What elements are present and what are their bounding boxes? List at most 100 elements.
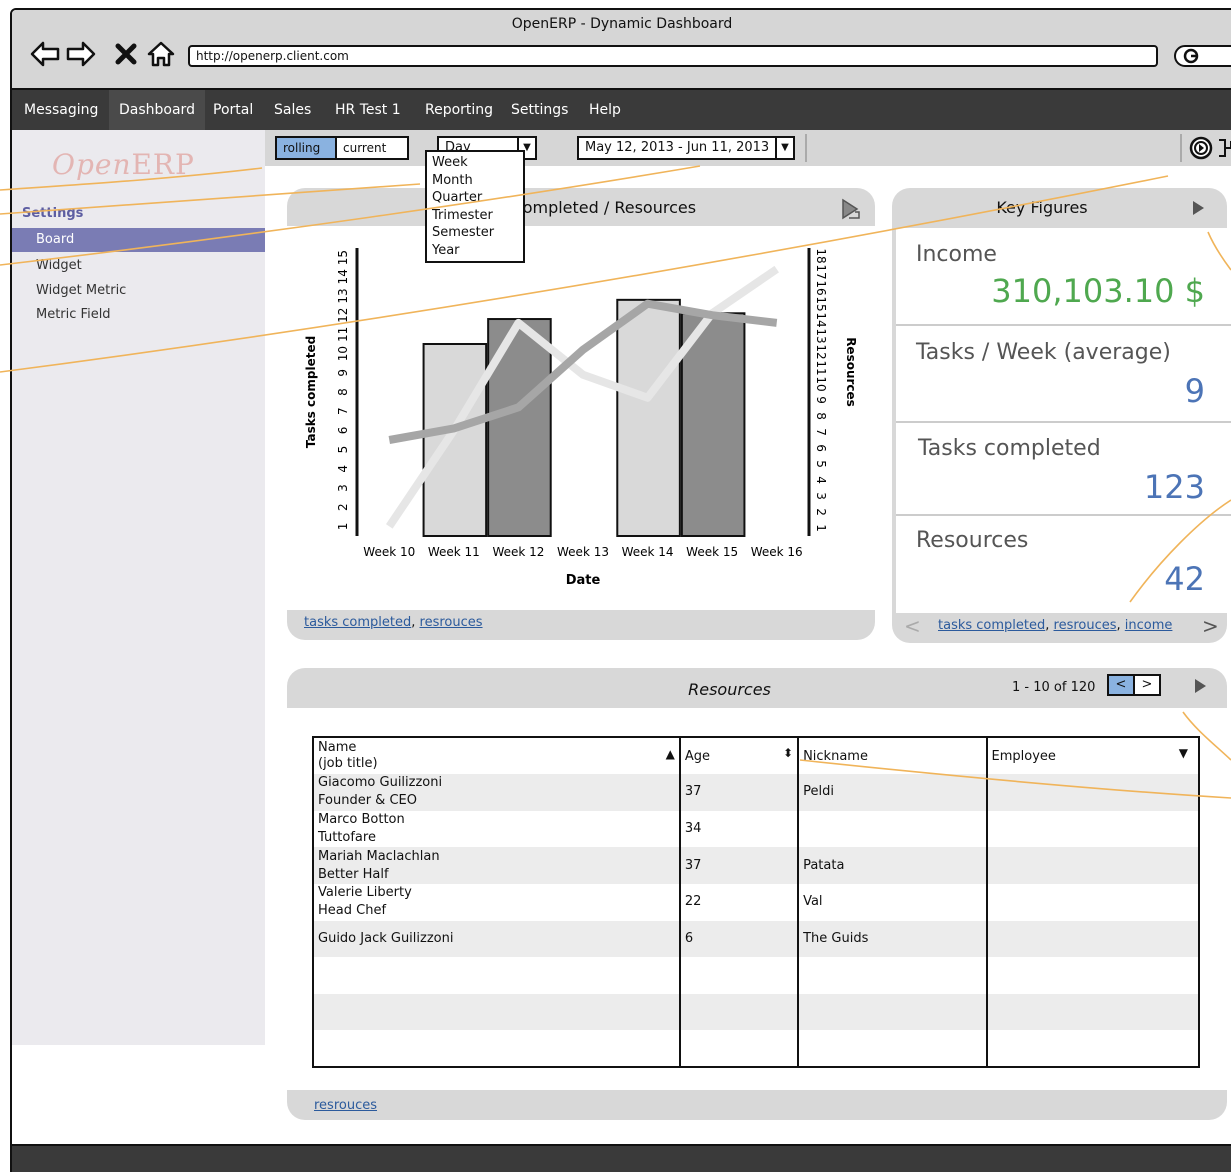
browser-search-field[interactable] xyxy=(1174,45,1231,67)
person-name: Valerie Liberty xyxy=(318,885,412,901)
menu-portal[interactable]: Portal xyxy=(203,90,263,130)
table-row[interactable]: Giacomo Guilizzoni Founder & CEO 37 Peldi xyxy=(313,774,1199,811)
forward-icon[interactable] xyxy=(66,40,96,68)
table-row[interactable] xyxy=(313,993,1199,1031)
column-header-employee[interactable]: Employee ▼ xyxy=(987,737,1200,774)
expand-icon[interactable] xyxy=(1193,201,1204,215)
status-bar xyxy=(12,1144,1231,1172)
name-cell xyxy=(313,993,681,1031)
sidebar-item-widget[interactable]: Widget xyxy=(12,254,265,278)
menu-help[interactable]: Help xyxy=(579,90,631,130)
key-figures-title: Key Figures xyxy=(996,198,1088,217)
x-tick-label: Week 10 xyxy=(363,545,415,559)
menu-messaging[interactable]: Messaging xyxy=(14,90,108,130)
main-menu: Messaging Dashboard Portal Sales HR Test… xyxy=(12,90,1231,130)
chevron-right-icon[interactable]: > xyxy=(1202,614,1219,638)
y2-tick-label: 4 xyxy=(814,476,828,484)
period-option-week[interactable]: Week xyxy=(432,154,518,172)
column-header-nickname[interactable]: Nickname xyxy=(798,737,988,774)
network-icon[interactable] xyxy=(1217,138,1231,158)
person-name: Marco Botton xyxy=(318,811,405,827)
menu-hr-test-1[interactable]: HR Test 1 xyxy=(325,90,411,130)
menu-reporting[interactable]: Reporting xyxy=(415,90,503,130)
menu-dashboard[interactable]: Dashboard xyxy=(109,90,205,130)
y-tick-label: 6 xyxy=(336,427,350,435)
link-resources[interactable]: resrouces xyxy=(1054,618,1117,633)
pager-prev-button[interactable]: < xyxy=(1107,674,1135,696)
y2-tick-label: 13 xyxy=(814,328,828,343)
chart-panel-title: Tasks completed / Resources xyxy=(465,198,697,217)
y-tick-label: 11 xyxy=(336,327,350,342)
employee-cell xyxy=(987,1030,1200,1067)
date-range-value: May 12, 2013 - Jun 11, 2013 xyxy=(585,140,770,155)
kf-resources-value: 42 xyxy=(1164,560,1205,598)
y-tick-label: 10 xyxy=(336,346,350,361)
age-cell: 22 xyxy=(679,883,800,921)
browser-window: OpenERP - Dynamic Dashboard http://opene… xyxy=(10,8,1231,1172)
link-resources[interactable]: resrouces xyxy=(314,1098,377,1113)
pager-text: 1 - 10 of 120 xyxy=(1012,680,1096,695)
table-row[interactable] xyxy=(313,957,1199,994)
y-tick-label: 14 xyxy=(336,269,350,284)
sidebar-item-metric-field[interactable]: Metric Field xyxy=(12,303,265,327)
menu-settings[interactable]: Settings xyxy=(501,90,578,130)
nickname-cell: The Guids xyxy=(798,920,988,958)
browser-titlebar: OpenERP - Dynamic Dashboard http://opene… xyxy=(12,10,1231,90)
link-tasks-completed[interactable]: tasks completed xyxy=(938,618,1045,633)
x-tick-label: Week 16 xyxy=(751,545,803,559)
age-cell: 37 xyxy=(679,847,800,884)
back-icon[interactable] xyxy=(30,40,60,68)
rolling-toggle[interactable]: rolling xyxy=(275,136,337,160)
table-row[interactable]: Marco Botton Tuttofare 34 xyxy=(313,810,1199,848)
table-row[interactable]: Valerie Liberty Head Chef 22 Val xyxy=(313,883,1199,921)
table-row[interactable]: Mariah Maclachlan Better Half 37 Patata xyxy=(313,847,1199,884)
bar xyxy=(616,298,681,537)
nickname-cell xyxy=(798,810,988,848)
dashboard-toolbar: rolling current Day ▼ May 12, 2013 - Jun… xyxy=(265,130,1231,166)
kf-income-label: Income xyxy=(916,242,997,267)
current-toggle[interactable]: current xyxy=(335,136,409,160)
table-row[interactable] xyxy=(313,1030,1199,1067)
name-cell xyxy=(313,957,681,994)
job-title: Tuttofare xyxy=(318,829,376,845)
job-title: Better Half xyxy=(318,866,389,882)
link-tasks-completed[interactable]: tasks completed xyxy=(304,615,411,630)
stop-icon[interactable] xyxy=(114,40,138,68)
column-header-age[interactable]: Age ⬍ xyxy=(679,737,800,774)
period-option-quarter[interactable]: Quarter xyxy=(432,189,518,207)
link-income[interactable]: income xyxy=(1125,618,1173,633)
expand-icon[interactable] xyxy=(1195,679,1206,693)
period-option-semester[interactable]: Semester xyxy=(432,224,518,242)
y-tick-label: 5 xyxy=(336,446,350,454)
name-cell: Valerie Liberty Head Chef xyxy=(313,883,681,921)
age-cell xyxy=(679,1030,800,1067)
employee-cell xyxy=(986,774,1199,811)
home-icon[interactable] xyxy=(146,40,176,68)
table-row[interactable]: Guido Jack Guilizzoni 6 The Guids xyxy=(313,920,1199,958)
name-cell: Mariah Maclachlan Better Half xyxy=(313,847,681,884)
kf-tasks-completed-label: Tasks completed xyxy=(918,436,1101,461)
column-header-name[interactable]: Name (job title) ▲ xyxy=(313,737,681,774)
kf-tasks-week-label: Tasks / Week (average) xyxy=(916,340,1171,365)
play-circle-icon[interactable] xyxy=(1189,136,1213,160)
pager-next-button[interactable]: > xyxy=(1133,674,1161,696)
employee-cell xyxy=(986,993,1199,1031)
date-range-select[interactable]: May 12, 2013 - Jun 11, 2013 ▼ xyxy=(577,136,795,160)
y-tick-label: 7 xyxy=(336,407,350,415)
period-option-month[interactable]: Month xyxy=(432,172,518,190)
period-option-trimester[interactable]: Trimester xyxy=(432,207,518,225)
y-tick-label: 1 xyxy=(336,523,350,531)
menu-sales[interactable]: Sales xyxy=(264,90,321,130)
nickname-cell xyxy=(798,1030,988,1067)
address-bar[interactable]: http://openerp.client.com xyxy=(188,45,1158,67)
chevron-left-icon[interactable]: < xyxy=(904,614,921,638)
sidebar-item-widget-metric[interactable]: Widget Metric xyxy=(12,279,265,303)
person-name: Mariah Maclachlan xyxy=(318,848,440,864)
key-figures-links: tasks completed, resrouces, income xyxy=(938,618,1173,633)
link-resources[interactable]: resrouces xyxy=(420,615,483,630)
sidebar-item-board[interactable]: Board xyxy=(12,228,265,252)
resources-panel: Resources 1 - 10 of 120 < > Name (job ti… xyxy=(287,668,1227,1120)
period-option-year[interactable]: Year xyxy=(432,242,518,260)
openerp-logo: OpenERP xyxy=(52,148,195,181)
export-icon[interactable] xyxy=(841,198,861,220)
